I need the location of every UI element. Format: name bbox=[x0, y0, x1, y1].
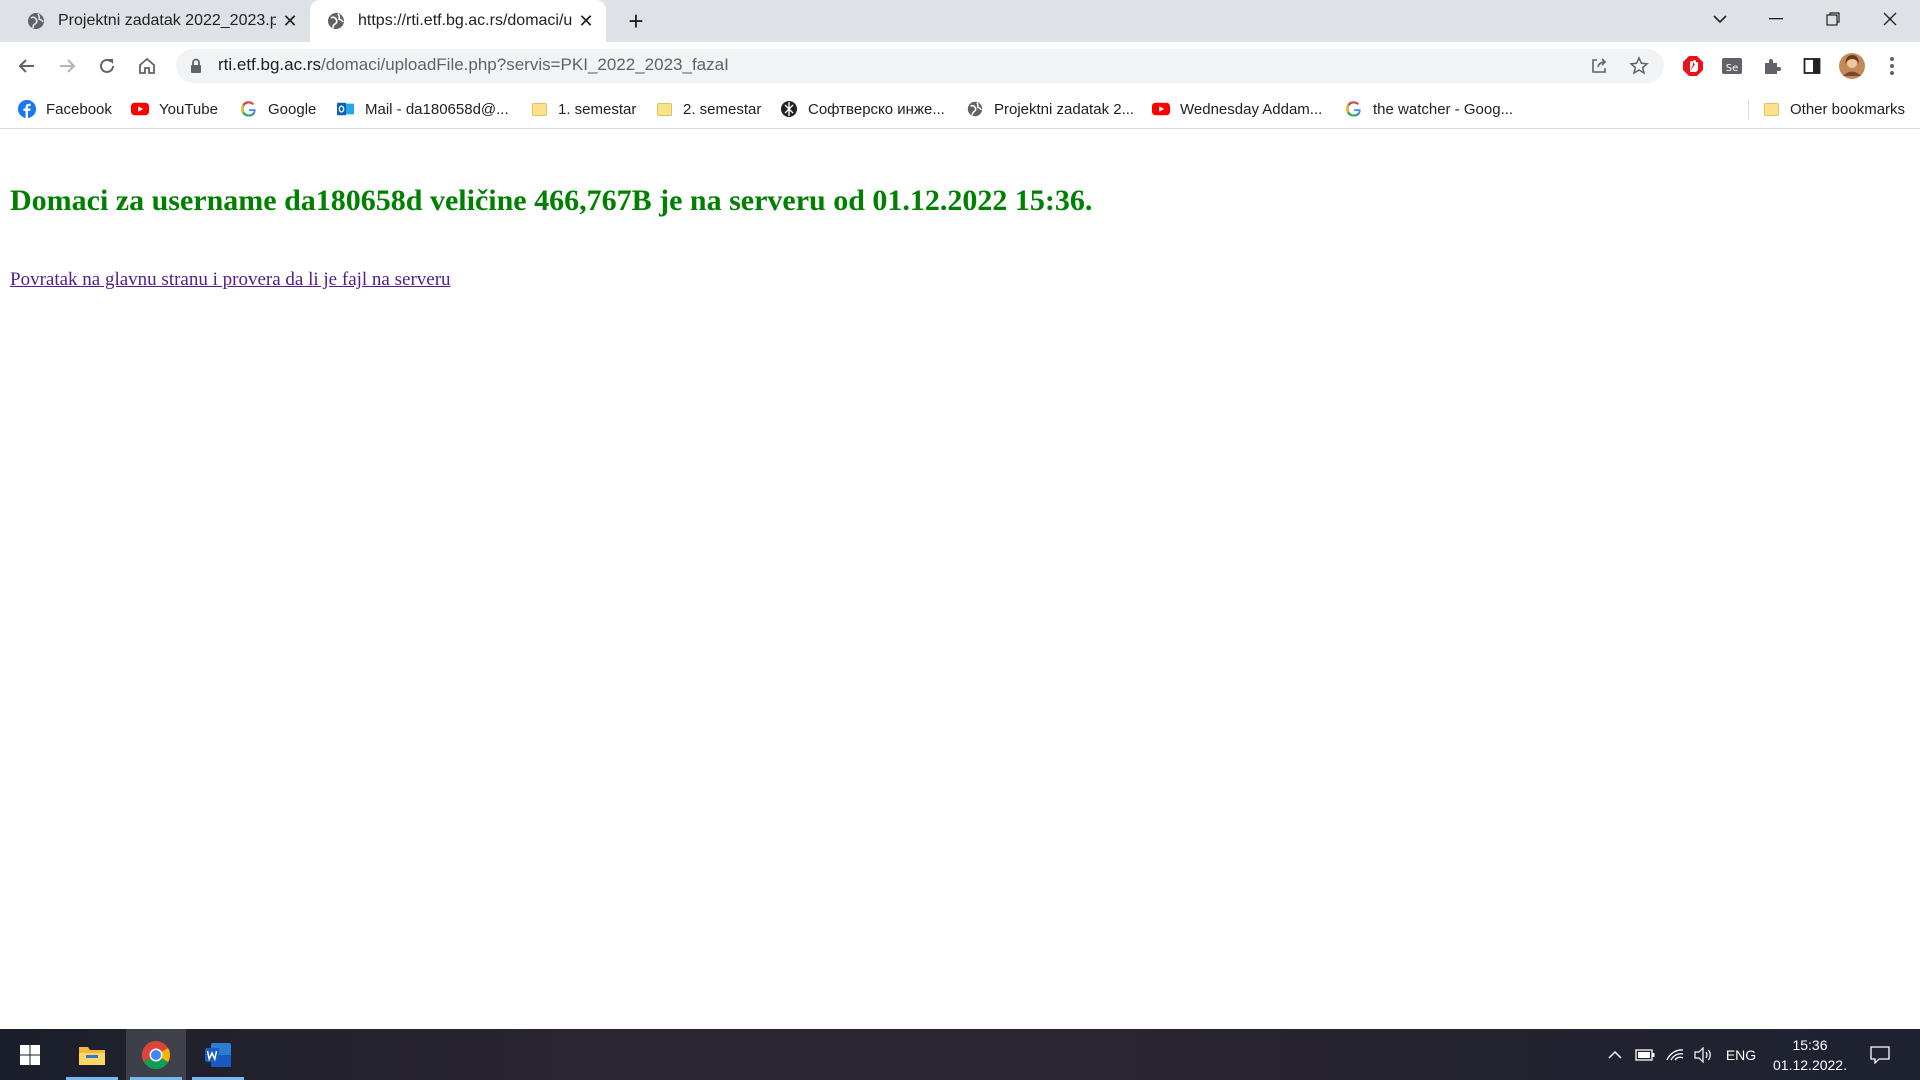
tab-search-chevron-icon[interactable] bbox=[1692, 0, 1748, 38]
bookmark-the-watcher[interactable]: the watcher - Goog... bbox=[1345, 96, 1513, 122]
bookmark-label: Mail - da180658d@... bbox=[365, 100, 509, 118]
forward-arrow-icon[interactable] bbox=[49, 48, 85, 84]
url-path: /domaci/uploadFile.php?servis=PKI_2022_2… bbox=[320, 55, 729, 74]
bookmark-youtube[interactable]: YouTube bbox=[131, 96, 218, 122]
page-content: Domaci za username da180658d veličine 46… bbox=[0, 129, 1920, 1029]
bookmark-wednesday[interactable]: Wednesday Addam... bbox=[1152, 96, 1322, 122]
profile-avatar[interactable] bbox=[1836, 50, 1868, 82]
tab-pdf[interactable]: Projektni zadatak 2022_2023.pdf ✕ bbox=[8, 0, 310, 42]
bookmark-projektni-zadatak[interactable]: Projektni zadatak 2... bbox=[966, 96, 1134, 122]
tab-title: Projektni zadatak 2022_2023.pdf bbox=[58, 12, 276, 29]
site-logo-icon bbox=[780, 100, 798, 118]
bookmarks-divider bbox=[1748, 100, 1749, 120]
bookmark-label: Wednesday Addam... bbox=[1180, 100, 1323, 118]
close-window-icon[interactable] bbox=[1862, 0, 1918, 38]
extensions-puzzle-icon[interactable] bbox=[1756, 50, 1788, 82]
bookmark-label: Софтверско инже... bbox=[808, 100, 945, 118]
word-icon[interactable] bbox=[188, 1029, 248, 1080]
folder-icon bbox=[530, 100, 548, 118]
language-indicator[interactable]: ENG bbox=[1722, 1029, 1760, 1080]
address-bar[interactable]: rti.etf.bg.ac.rs/domaci/uploadFile.php?s… bbox=[176, 49, 1664, 83]
home-icon[interactable] bbox=[129, 48, 165, 84]
tab-title: https://rti.etf.bg.ac.rs/domaci/uploadFi… bbox=[358, 12, 572, 29]
windows-start-icon[interactable] bbox=[0, 1029, 60, 1080]
wifi-icon[interactable] bbox=[1662, 1029, 1688, 1080]
bookmark-label: Google bbox=[268, 100, 317, 118]
url-host: rti.etf.bg.ac.rs bbox=[218, 55, 321, 74]
restore-icon[interactable] bbox=[1805, 0, 1861, 38]
chrome-taskbar-icon[interactable] bbox=[126, 1029, 186, 1080]
tab-upload-page[interactable]: https://rti.etf.bg.ac.rs/domaci/uploadFi… bbox=[310, 0, 606, 42]
lock-icon[interactable] bbox=[190, 58, 202, 74]
facebook-icon bbox=[18, 100, 36, 118]
file-explorer-icon[interactable] bbox=[62, 1029, 122, 1080]
other-bookmarks[interactable]: Other bookmarks bbox=[1762, 96, 1905, 122]
reload-icon[interactable] bbox=[89, 48, 125, 84]
globe-icon bbox=[966, 100, 984, 118]
svg-text:Se: Se bbox=[1726, 63, 1739, 74]
google-icon bbox=[240, 100, 258, 118]
clock-date: 01.12.2022. bbox=[1773, 1057, 1847, 1073]
bookmark-label: Facebook bbox=[46, 100, 112, 118]
folder-icon bbox=[1762, 100, 1780, 118]
side-panel-icon[interactable] bbox=[1796, 50, 1828, 82]
globe-icon bbox=[328, 13, 344, 29]
bookmark-label: 2. semestar bbox=[683, 100, 762, 118]
back-to-main-link[interactable]: Povratak na glavnu stranu i provera da l… bbox=[10, 269, 451, 291]
tab-strip: Projektni zadatak 2022_2023.pdf ✕ https:… bbox=[0, 0, 1920, 42]
bookmark-folder-semestar-1[interactable]: 1. semestar bbox=[530, 96, 636, 122]
tab-close-icon[interactable]: ✕ bbox=[572, 7, 600, 35]
back-arrow-icon[interactable] bbox=[9, 48, 45, 84]
share-icon[interactable] bbox=[1588, 55, 1610, 77]
battery-icon[interactable] bbox=[1632, 1029, 1658, 1080]
outlook-icon bbox=[337, 100, 355, 118]
bookmark-label: Projektni zadatak 2... bbox=[994, 100, 1135, 118]
bookmarks-bar: Facebook YouTube Google Mail - da180658d… bbox=[0, 90, 1920, 129]
browser-toolbar: rti.etf.bg.ac.rs/domaci/uploadFile.php?s… bbox=[0, 42, 1920, 90]
bookmark-softversko[interactable]: Софтверско инже... bbox=[780, 96, 945, 122]
adblock-extension-icon[interactable] bbox=[1677, 50, 1709, 82]
bookmark-mail[interactable]: Mail - da180658d@... bbox=[337, 96, 509, 122]
chrome-menu-icon[interactable] bbox=[1876, 50, 1908, 82]
tab-close-icon[interactable]: ✕ bbox=[276, 7, 304, 35]
globe-icon bbox=[28, 13, 44, 29]
bookmark-label: 1. semestar bbox=[558, 100, 637, 118]
folder-icon bbox=[655, 100, 673, 118]
minimize-icon[interactable] bbox=[1748, 0, 1804, 38]
google-icon bbox=[1345, 100, 1363, 118]
bookmark-facebook[interactable]: Facebook bbox=[18, 96, 112, 122]
clock[interactable]: 15:36 01.12.2022. bbox=[1760, 1035, 1860, 1075]
page-heading: Domaci za username da180658d veličine 46… bbox=[10, 184, 1093, 217]
youtube-icon bbox=[1152, 100, 1170, 118]
selenium-extension-icon[interactable]: Se bbox=[1716, 50, 1748, 82]
bookmark-google[interactable]: Google bbox=[240, 96, 316, 122]
bookmark-label: the watcher - Goog... bbox=[1373, 100, 1514, 118]
youtube-icon bbox=[131, 100, 149, 118]
show-hidden-icons-chevron-icon[interactable] bbox=[1602, 1029, 1628, 1080]
bookmark-label: YouTube bbox=[159, 100, 218, 118]
windows-taskbar: ENG 15:36 01.12.2022. bbox=[0, 1029, 1920, 1080]
clock-time: 15:36 bbox=[1792, 1037, 1828, 1053]
new-tab-button[interactable]: + bbox=[620, 5, 652, 37]
other-bookmarks-label: Other bookmarks bbox=[1790, 100, 1906, 118]
bookmark-folder-semestar-2[interactable]: 2. semestar bbox=[655, 96, 761, 122]
url-text[interactable]: rti.etf.bg.ac.rs/domaci/uploadFile.php?s… bbox=[218, 55, 729, 75]
volume-icon[interactable] bbox=[1690, 1029, 1716, 1080]
star-icon[interactable] bbox=[1628, 55, 1650, 77]
notifications-icon[interactable] bbox=[1862, 1029, 1898, 1080]
